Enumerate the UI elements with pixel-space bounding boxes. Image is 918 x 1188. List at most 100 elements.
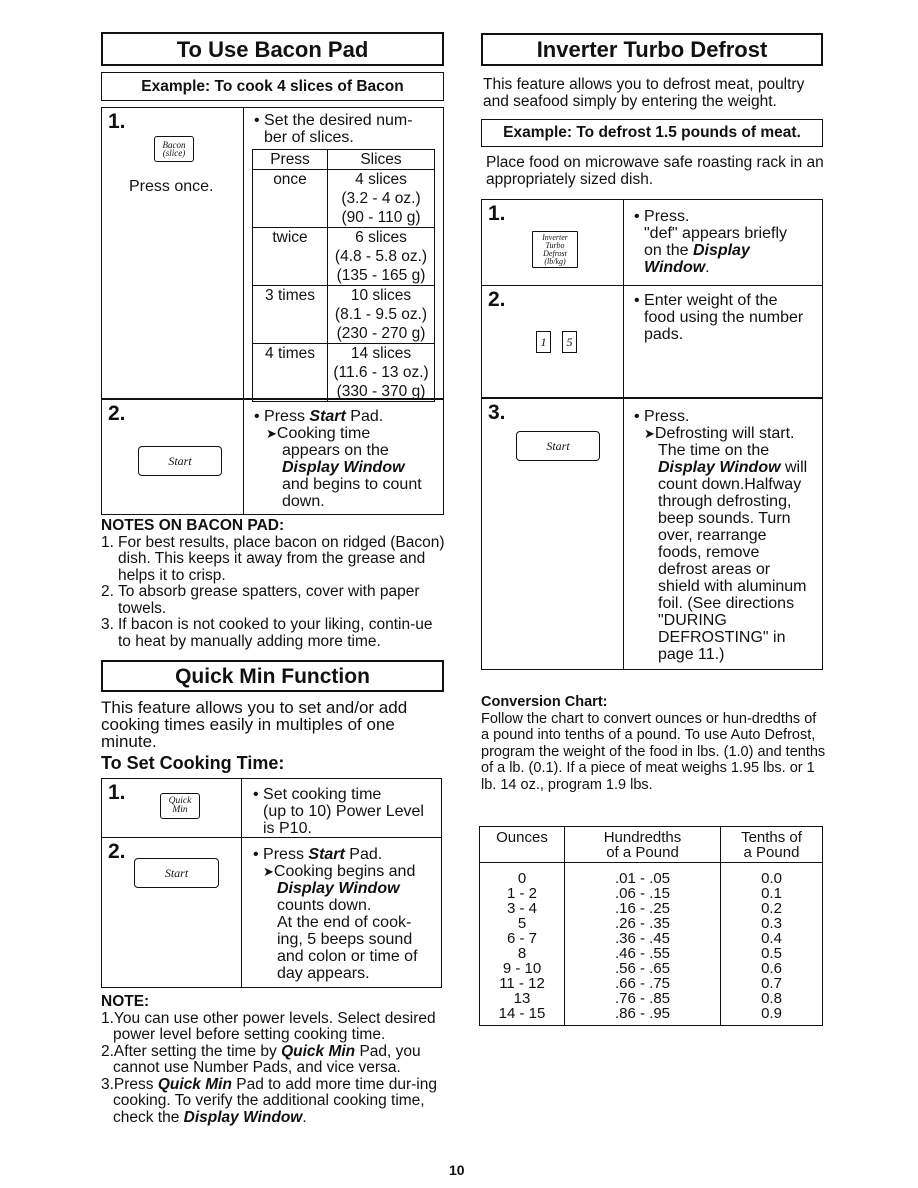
text-line: The time on the bbox=[658, 442, 770, 459]
slice-slices: 14 slices bbox=[350, 345, 412, 362]
conversion-row: 5.26 - .35 0.3 bbox=[479, 916, 823, 931]
press-count: 3 times bbox=[252, 285, 328, 344]
cell-tenths: 0.2 bbox=[720, 901, 823, 916]
text-line: down. bbox=[282, 493, 325, 510]
defrost-step-2-left: 2. 1 5 bbox=[482, 286, 624, 397]
text-line: • Press. bbox=[634, 208, 690, 225]
bacon-pad-button[interactable]: Bacon (slice) bbox=[154, 136, 194, 162]
number-pad-1[interactable]: 1 bbox=[536, 331, 551, 353]
text: will bbox=[780, 459, 808, 476]
text-line: count down.Halfway bbox=[658, 476, 802, 493]
cell-tenths: 0.7 bbox=[720, 976, 823, 991]
text-line: "def" appears briefly bbox=[644, 225, 787, 242]
press-count: twice bbox=[252, 227, 328, 286]
bacon-pad-title: To Use Bacon Pad bbox=[101, 32, 444, 66]
slice-oz: (4.8 - 5.8 oz.) bbox=[334, 248, 428, 265]
quick-min-title: Quick Min Function bbox=[101, 660, 444, 692]
cooking-begins-line: ➤Cooking begins and bbox=[253, 863, 441, 880]
start-pad-button[interactable]: Start bbox=[516, 431, 600, 461]
text-line: "DURING bbox=[658, 612, 727, 629]
text-line: appears on the bbox=[282, 442, 389, 459]
quick-min-step-1-right: • Set cooking time (up to 10) Power Leve… bbox=[242, 779, 441, 837]
slice-oz: (8.1 - 9.5 oz.) bbox=[334, 306, 428, 323]
slice-g: (230 - 270 g) bbox=[336, 325, 426, 342]
defrost-step-3-right: • Press. ➤Defrosting will start. The tim… bbox=[624, 399, 822, 669]
header-press: Press bbox=[252, 149, 328, 170]
slice-oz: (3.2 - 4 oz.) bbox=[341, 190, 421, 207]
number-pad-5[interactable]: 5 bbox=[562, 331, 577, 353]
note-number: 2. bbox=[101, 583, 114, 600]
bacon-notes-list: 1. For best results, place bacon on ridge… bbox=[101, 534, 446, 651]
cell-hundredths: .86 - .95 bbox=[564, 1006, 721, 1026]
text: 2.After setting the time by bbox=[101, 1042, 282, 1060]
cell-tenths: 0.5 bbox=[720, 946, 823, 961]
slice-g: (90 - 110 g) bbox=[341, 209, 421, 226]
quick-min-pad-label-2: Min bbox=[172, 805, 188, 815]
text-line: • Enter weight of the bbox=[634, 292, 778, 309]
step-number: 1. bbox=[488, 202, 506, 225]
cell-ounces: 3 - 4 bbox=[479, 901, 565, 916]
slice-oz: (11.6 - 13 oz.) bbox=[333, 364, 429, 381]
cell-hundredths: .01 - .05 bbox=[564, 862, 721, 886]
table-row: twice 6 slices (4.8 - 5.8 oz.) (135 - 165 g… bbox=[252, 227, 435, 286]
note-item: 3. If bacon is not cooked to your liking,… bbox=[101, 616, 446, 650]
press-count: once bbox=[252, 169, 328, 228]
note-item: 2. To absorb grease spatters, cover with … bbox=[101, 583, 446, 617]
quick-min-step-2-right: • Press Start Pad. ➤Cooking begins and D… bbox=[242, 838, 441, 987]
header-hundredths: Hundredths of a Pound bbox=[564, 826, 721, 863]
slice-slices: 10 slices bbox=[350, 287, 412, 304]
inverter-turbo-defrost-pad-button[interactable]: Inverter Turbo Defrost (lb/kg) bbox=[532, 231, 578, 268]
step-number: 3. bbox=[488, 401, 506, 424]
bacon-example-banner: Example: To cook 4 slices of Bacon bbox=[101, 72, 444, 101]
header-ounces: Ounces bbox=[479, 826, 565, 863]
cell-tenths: 0.8 bbox=[720, 991, 823, 1006]
bacon-step-1: 1. Bacon (slice) Press once. • Set the d… bbox=[101, 107, 444, 402]
text-line: defrost areas or bbox=[658, 561, 771, 578]
defrost-step-3-details: count down.Halfway through defrosting, bee… bbox=[634, 476, 822, 663]
press-start-line: • Press Start Pad. bbox=[254, 408, 443, 425]
cell-hundredths: .36 - .45 bbox=[564, 931, 721, 946]
text-line: day appears. bbox=[277, 965, 370, 982]
defrost-step-3-left: 3. Start bbox=[482, 399, 624, 669]
quick-min-emphasis: Quick Min bbox=[157, 1075, 232, 1093]
cell-hundredths: .26 - .35 bbox=[564, 916, 721, 931]
conversion-row: 3 - 4.16 - .25 0.2 bbox=[479, 901, 823, 916]
text: • Press bbox=[254, 408, 310, 425]
start-emphasis: Start bbox=[309, 408, 346, 425]
text-line: is P10. bbox=[263, 820, 312, 837]
note-number: 3. bbox=[101, 616, 114, 633]
text-line: Window. bbox=[634, 259, 822, 276]
quick-min-pad-button[interactable]: Quick Min bbox=[160, 793, 200, 819]
display-window-emphasis: Display Window bbox=[282, 459, 405, 476]
cell-tenths: 0.6 bbox=[720, 961, 823, 976]
page-number: 10 bbox=[449, 1162, 465, 1178]
bacon-step-2-left: 2. Start bbox=[102, 400, 244, 514]
defrost-step-3: 3. Start • Press. ➤Defrosting will start… bbox=[481, 398, 823, 670]
conversion-row: 11 - 12.66 - .75 0.7 bbox=[479, 976, 823, 991]
note-item-1: 1.You can use other power levels. Select… bbox=[101, 1009, 436, 1043]
start-pad-button[interactable]: Start bbox=[134, 858, 219, 888]
note-item: 1. For best results, place bacon on ridge… bbox=[101, 534, 446, 585]
bacon-notes: NOTES ON BACON PAD: 1. For best results, … bbox=[101, 517, 446, 651]
cell-ounces: 13 bbox=[479, 991, 565, 1006]
quick-min-step-1-left: 1. Quick Min bbox=[102, 779, 242, 837]
text: 3.Press bbox=[101, 1075, 158, 1093]
defrost-placement-note: Place food on microwave safe roasting ra… bbox=[486, 154, 824, 188]
press-once-note: Press once. bbox=[129, 178, 214, 195]
bacon-pad-label-2: (slice) bbox=[162, 148, 186, 158]
header-slices: Slices bbox=[327, 149, 435, 170]
header-text: a Pound bbox=[743, 844, 800, 861]
bacon-instruction-line-1: • Set the desired num- bbox=[254, 112, 413, 129]
bacon-pad-title-text: To Use Bacon Pad bbox=[176, 37, 369, 62]
conversion-row: 1 - 2.06 - .15 0.1 bbox=[479, 886, 823, 901]
text-line: shield with aluminum bbox=[658, 578, 807, 595]
text-line: DEFROSTING" in bbox=[658, 629, 786, 646]
text-line: on the Display bbox=[634, 242, 822, 259]
start-pad-button[interactable]: Start bbox=[138, 446, 222, 476]
table-row: once 4 slices (3.2 - 4 oz.) (90 - 110 g) bbox=[252, 169, 435, 228]
quick-min-step-2-left: 2. Start bbox=[102, 838, 242, 987]
conversion-row: 0.01 - .05 0.0 bbox=[479, 862, 823, 886]
conversion-row: 6 - 7.36 - .45 0.4 bbox=[479, 931, 823, 946]
header-tenths: Tenths of a Pound bbox=[720, 826, 823, 863]
step-number: 2. bbox=[488, 288, 506, 311]
